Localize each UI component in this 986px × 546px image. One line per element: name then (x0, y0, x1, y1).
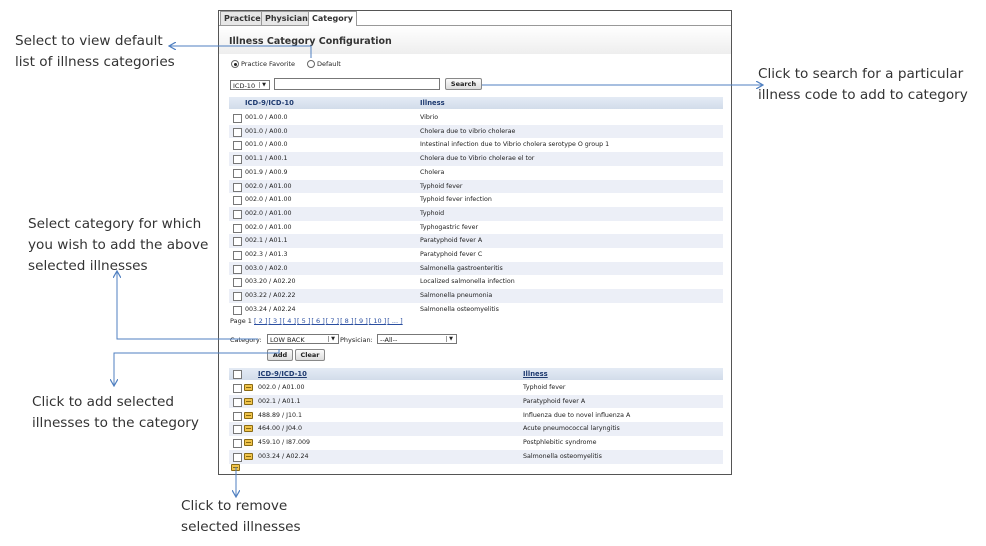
arrow-category (117, 272, 258, 340)
annotation-arrows (0, 0, 986, 546)
arrow-default (170, 46, 312, 58)
arrow-add (114, 349, 280, 385)
